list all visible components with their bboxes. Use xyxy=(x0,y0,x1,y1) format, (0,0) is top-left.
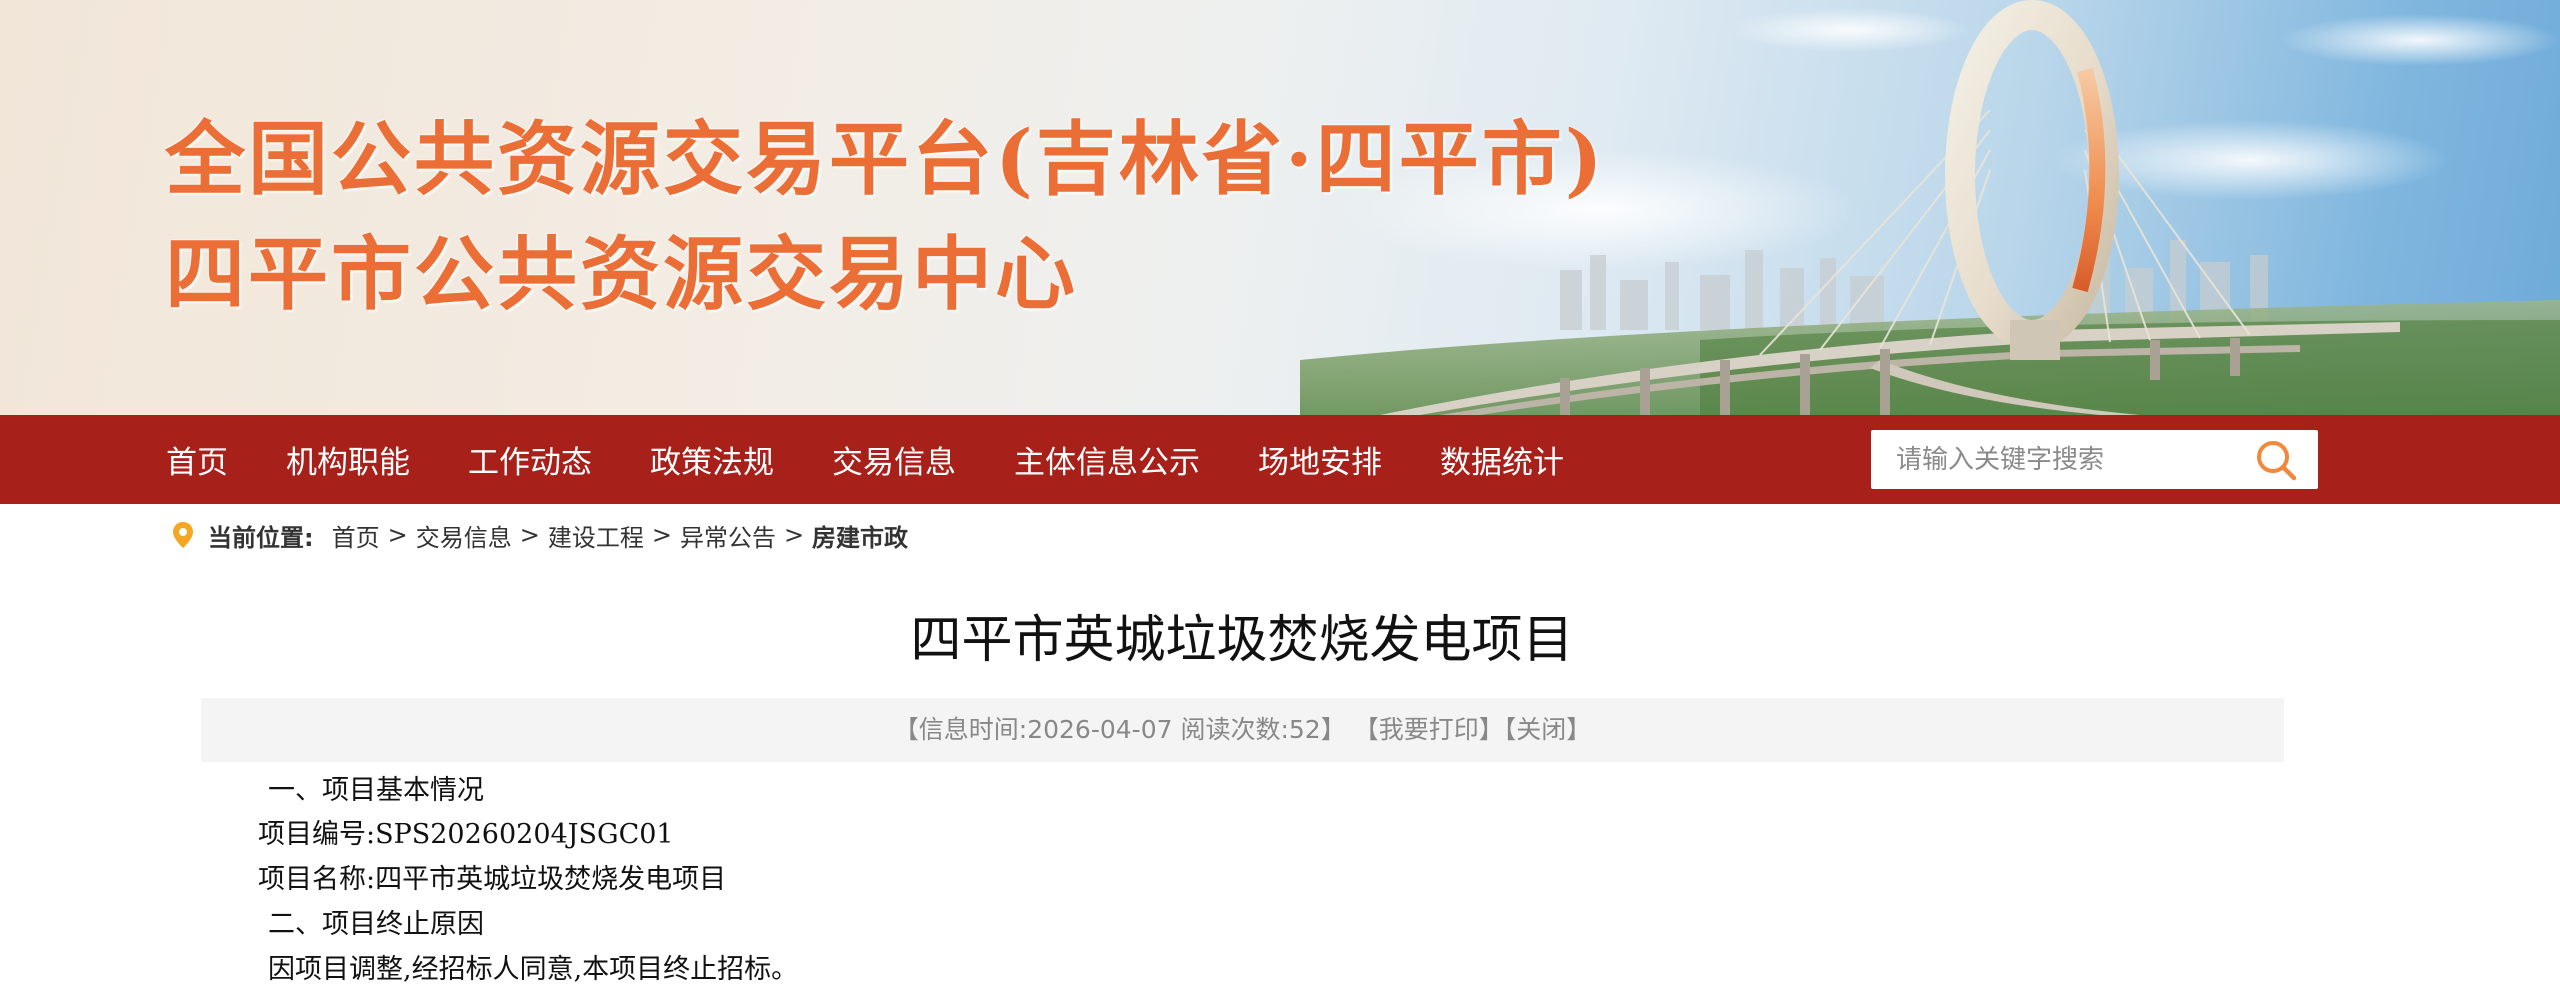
breadcrumb-separator: > xyxy=(519,521,540,549)
article-title: 四平市英城垃圾焚烧发电项目 xyxy=(910,611,1574,670)
print-link[interactable]: 【我要打印】 xyxy=(1354,715,1504,744)
nav-item-statistics[interactable]: 数据统计 xyxy=(1440,437,1564,482)
termination-reason-text: 因项目调整,经招标人同意,本项目终止招标。 xyxy=(268,954,799,985)
info-reads-label: 阅读次数: xyxy=(1180,715,1289,744)
section-heading-termination-reason: 二、项目终止原因 xyxy=(268,909,484,940)
nav-item-work-news[interactable]: 工作动态 xyxy=(468,437,592,482)
main-nav-bar: 首页 机构职能 工作动态 政策法规 交易信息 主体信息公示 场地安排 数据统计 xyxy=(0,415,2560,504)
breadcrumb-separator: > xyxy=(783,521,805,549)
main-nav-menu: 首页 机构职能 工作动态 政策法规 交易信息 主体信息公示 场地安排 数据统计 xyxy=(166,415,1622,504)
breadcrumb-current[interactable]: 房建市政 xyxy=(812,518,908,553)
breadcrumb: 当前位置: 首页 > 交易信息 > 建设工程 > 异常公告 > 房建市政 xyxy=(172,517,908,553)
nav-item-home[interactable]: 首页 xyxy=(166,437,228,482)
breadcrumb-construction[interactable]: 建设工程 xyxy=(548,518,644,553)
section-heading-basic-info: 一、项目基本情况 xyxy=(268,775,484,806)
info-close-bracket: 】 xyxy=(1320,715,1346,744)
info-time-prefix: 【信息时间: xyxy=(893,715,1028,744)
nav-item-entity-disclosure[interactable]: 主体信息公示 xyxy=(1014,437,1200,482)
breadcrumb-separator: > xyxy=(651,521,672,549)
site-title-line2: 四平市公共资源交易中心 xyxy=(165,227,1078,321)
project-name: 项目名称:四平市英城垃圾焚烧发电项目 xyxy=(258,864,727,895)
search-box xyxy=(1871,430,2318,489)
header-banner: 全国公共资源交易平台(吉林省·四平市) 四平市公共资源交易中心 xyxy=(0,0,2560,415)
project-number: 项目编号:SPS20260204JSGC01 xyxy=(258,819,674,850)
nav-item-venue-schedule[interactable]: 场地安排 xyxy=(1258,437,1382,482)
breadcrumb-abnormal-notice[interactable]: 异常公告 xyxy=(680,518,776,553)
search-icon[interactable] xyxy=(2254,439,2298,481)
search-input[interactable] xyxy=(1871,430,2241,489)
breadcrumb-trade-info[interactable]: 交易信息 xyxy=(416,518,512,553)
info-read-count: 52 xyxy=(1288,715,1321,744)
nav-item-policies[interactable]: 政策法规 xyxy=(650,437,774,482)
nav-item-functions[interactable]: 机构职能 xyxy=(286,437,410,482)
nav-item-trade-info[interactable]: 交易信息 xyxy=(832,437,956,482)
info-date: 2026-04-07 xyxy=(1027,715,1173,744)
article-info-bar: 【信息时间:2026-04-07 阅读次数:52】 【我要打印】【关闭】 xyxy=(201,698,2284,762)
breadcrumb-home[interactable]: 首页 xyxy=(332,518,380,553)
site-title-line1: 全国公共资源交易平台(吉林省·四平市) xyxy=(165,112,1606,206)
location-pin-icon xyxy=(173,522,193,548)
close-link[interactable]: 【关闭】 xyxy=(1504,715,1592,744)
breadcrumb-separator: > xyxy=(387,521,408,549)
breadcrumb-label: 当前位置: xyxy=(208,523,314,552)
